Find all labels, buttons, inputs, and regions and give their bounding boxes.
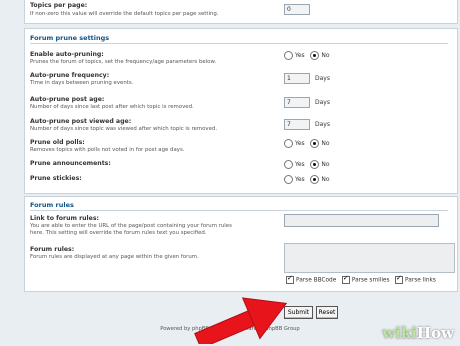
parse-bbcode-label: Parse BBCode <box>296 277 337 284</box>
red-arrow-icon <box>194 297 288 344</box>
rules-link-input[interactable] <box>284 214 439 227</box>
prune-viewed-age-label: Auto-prune post viewed age: <box>30 118 132 125</box>
prune-stickies-label: Prune stickies: <box>30 175 82 182</box>
rules-link-desc-1: You are able to enter the URL of the pag… <box>30 223 232 229</box>
prune-stickies-no-radio[interactable] <box>310 175 320 184</box>
enable-autoprune-no-radio[interactable] <box>310 51 320 60</box>
prune-announcements-label: Prune announcements: <box>30 160 111 167</box>
prune-announcements-no-radio[interactable] <box>310 160 320 169</box>
no-label: No <box>321 176 330 183</box>
days-unit: Days <box>315 75 330 82</box>
topics-per-page-desc: If non-zero this value will override the… <box>30 11 219 17</box>
yes-label: Yes <box>295 52 305 59</box>
enable-autoprune-yes-radio[interactable] <box>284 51 293 60</box>
prune-frequency-label: Auto-prune frequency: <box>30 72 110 79</box>
topics-per-page-row: Topics per page: If non-zero this value … <box>30 2 448 22</box>
no-label: No <box>321 140 330 147</box>
parse-smilies-label: Parse smilies <box>351 277 390 284</box>
prune-section-title: Forum prune settings <box>30 34 110 42</box>
rules-divider <box>30 210 448 211</box>
enable-autoprune-desc: Prunes the forum of topics, set the freq… <box>30 59 217 65</box>
prune-viewed-age-input[interactable]: 7 <box>284 119 310 130</box>
enable-autoprune-label: Enable auto-pruning: <box>30 51 104 58</box>
acp-forum-settings-page: Topics per page: If non-zero this value … <box>0 0 460 346</box>
parse-links-label: Parse links <box>405 277 436 284</box>
rules-link-label: Link to forum rules: <box>30 215 100 222</box>
yes-label: Yes <box>295 176 305 183</box>
no-label: No <box>321 52 330 59</box>
days-unit: Days <box>315 121 330 128</box>
prune-post-age-desc: Number of days since last post after whi… <box>30 104 194 110</box>
no-label: No <box>321 161 330 168</box>
rules-text-label: Forum rules: <box>30 246 75 253</box>
yes-label: Yes <box>295 140 305 147</box>
prune-frequency-desc: Time in days between pruning events. <box>30 80 134 86</box>
prune-divider <box>30 43 448 44</box>
topics-per-page-input[interactable]: 0 <box>284 4 310 15</box>
wikihow-watermark: wikiHow <box>382 324 454 342</box>
rules-text-desc: Forum rules are displayed at any page wi… <box>30 254 199 260</box>
prune-announcements-yes-radio[interactable] <box>284 160 293 169</box>
parse-links-checkbox[interactable] <box>395 274 404 284</box>
days-unit: Days <box>315 99 330 106</box>
prune-post-age-label: Auto-prune post age: <box>30 96 105 103</box>
rules-link-desc-2: here. This setting will override the for… <box>30 230 207 236</box>
rules-section-title: Forum rules <box>30 201 74 209</box>
reset-button[interactable]: Reset <box>316 306 338 319</box>
topics-per-page-label: Topics per page: <box>30 2 88 9</box>
prune-post-age-input[interactable]: 7 <box>284 97 310 108</box>
prune-old-polls-desc: Removes topics with polls not voted in f… <box>30 147 185 153</box>
prune-stickies-yes-radio[interactable] <box>284 175 293 184</box>
parse-smilies-checkbox[interactable] <box>341 274 350 284</box>
yes-label: Yes <box>295 161 305 168</box>
prune-viewed-age-desc: Number of days since topic was viewed af… <box>30 126 218 132</box>
parse-options: Parse BBCode Parse smilies Parse links <box>286 274 436 284</box>
prune-old-polls-yes-radio[interactable] <box>284 139 293 148</box>
prune-old-polls-no-radio[interactable] <box>310 139 320 148</box>
prune-old-polls-label: Prune old polls: <box>30 139 85 146</box>
rules-textarea[interactable] <box>284 243 455 273</box>
prune-frequency-input[interactable]: 1 <box>284 73 310 84</box>
